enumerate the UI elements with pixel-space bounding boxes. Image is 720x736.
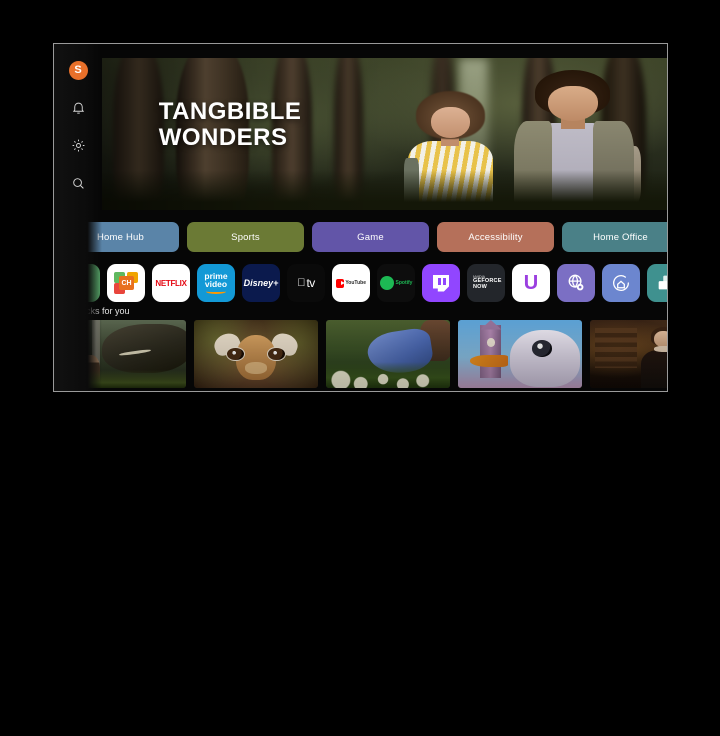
profile-avatar[interactable]: S	[68, 61, 88, 80]
app-disney-plus[interactable]: Disney+	[242, 264, 280, 302]
app-u-app[interactable]: U	[512, 264, 550, 302]
app-spotify[interactable]: Spotify	[377, 264, 415, 302]
pick-bird-tower[interactable]	[458, 320, 582, 388]
prime-smile-icon	[206, 289, 226, 295]
category-sports[interactable]: Sports	[187, 222, 304, 252]
app-label: Disney+	[243, 278, 279, 288]
app-label-2: video	[204, 279, 228, 289]
app-smartthings[interactable]	[602, 264, 640, 302]
bell-icon[interactable]	[67, 96, 89, 118]
smartthings-home-icon	[610, 272, 632, 294]
app-gaming-hub[interactable]	[557, 264, 595, 302]
pick-period-drama[interactable]	[590, 320, 667, 388]
app-multi-view[interactable]	[647, 264, 667, 302]
app-label: NETFLIX	[155, 278, 187, 288]
app-apple-tv[interactable]:  tv	[287, 264, 325, 302]
apple-logo-icon: 	[297, 277, 305, 289]
pick-meadow[interactable]	[326, 320, 450, 388]
app-netflix[interactable]: NETFLIX	[152, 264, 190, 302]
app-label-2: NOW	[473, 284, 488, 290]
twitch-logo-icon	[433, 274, 449, 292]
category-label: Home Office	[593, 231, 648, 243]
multi-view-icon	[655, 272, 667, 294]
category-label: Game	[357, 231, 384, 243]
app-label: Spotify	[395, 280, 413, 286]
category-game[interactable]: Game	[312, 222, 429, 252]
category-home-office[interactable]: Home Office	[562, 222, 667, 252]
tv-home-screen: TANGBIBLE WONDERS S Home Hub Sports Game…	[54, 44, 667, 391]
youtube-logo-icon: YouTube	[336, 272, 366, 294]
app-label: tv	[302, 276, 315, 290]
gear-icon[interactable]	[67, 134, 89, 156]
spotify-logo-icon	[379, 276, 394, 290]
app-label: YouTube	[345, 280, 366, 286]
tv-screen-frame: TANGBIBLE WONDERS S Home Hub Sports Game…	[53, 43, 668, 392]
sidebar-nav: S	[54, 44, 102, 391]
hero-banner[interactable]: TANGBIBLE WONDERS	[102, 58, 667, 210]
app-label: CH	[119, 276, 134, 290]
app-label-0: NVIDIA	[473, 275, 485, 280]
app-samsung-tv-plus[interactable]: CH	[107, 264, 145, 302]
category-label: Accessibility	[468, 231, 523, 243]
top-picks-row	[62, 320, 667, 388]
app-youtube[interactable]: YouTube	[332, 264, 370, 302]
category-label: Home Hub	[96, 231, 144, 243]
app-geforce-now[interactable]: NVIDIA GEFORCE NOW	[467, 264, 505, 302]
app-prime-video[interactable]: prime video	[197, 264, 235, 302]
gaming-globe-icon	[565, 272, 587, 294]
app-icon-row: APPS CH NETFLIX prime video Disney+ 	[62, 264, 667, 302]
category-label: Sports	[231, 231, 260, 243]
hero-title: TANGBIBLE WONDERS	[158, 98, 302, 151]
channel-icon: CH	[114, 272, 138, 294]
category-accessibility[interactable]: Accessibility	[437, 222, 554, 252]
app-label: U	[523, 272, 539, 294]
search-icon[interactable]	[67, 172, 89, 194]
category-button-row: Home Hub Sports Game Accessibility Home …	[62, 222, 667, 252]
pick-giraffe[interactable]	[194, 320, 318, 388]
app-twitch[interactable]	[422, 264, 460, 302]
